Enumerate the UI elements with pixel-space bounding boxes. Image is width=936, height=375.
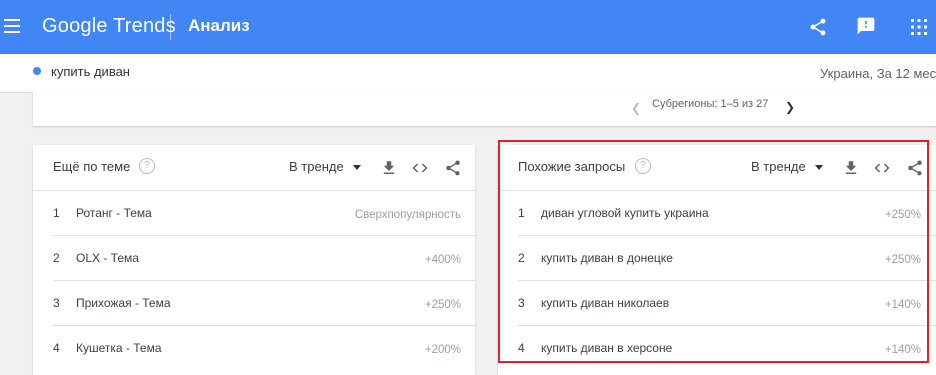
help-icon[interactable]: ?: [635, 158, 651, 174]
row-value: +250%: [884, 254, 921, 266]
list-item[interactable]: 4 Кушетка - Тема +200%: [33, 326, 475, 371]
search-term[interactable]: купить диван: [51, 64, 130, 79]
help-icon[interactable]: ?: [139, 158, 155, 174]
list-item[interactable]: 3 купить диван николаев +140%: [498, 281, 936, 326]
subregion-pager-text: Субрегионы: 1–5 из 27: [652, 98, 769, 110]
row-rank: 1: [53, 206, 60, 220]
dropdown-caret-icon: [352, 165, 361, 171]
term-color-dot: [33, 67, 41, 75]
row-rank: 4: [518, 341, 525, 355]
top-app-bar: Google Trends Анализ: [0, 0, 936, 54]
chevron-left-icon[interactable]: ❮: [631, 101, 641, 115]
region-time-filter[interactable]: Украина, За 12 мес: [820, 66, 936, 81]
row-label[interactable]: Ротанг - Тема: [76, 206, 152, 220]
row-value: +200%: [424, 344, 461, 356]
row-value: +140%: [884, 299, 921, 311]
list-item[interactable]: 2 OLX - Тема +400%: [33, 236, 475, 281]
list-item[interactable]: 4 купить диван в херсоне +140%: [498, 326, 936, 371]
page-title: Анализ: [188, 16, 250, 35]
related-queries-filter-select[interactable]: В тренде: [751, 159, 823, 174]
row-rank: 4: [53, 341, 60, 355]
related-queries-title: Похожие запросы: [518, 159, 626, 174]
menu-icon[interactable]: [4, 19, 20, 35]
row-rank: 2: [518, 251, 525, 265]
apps-icon[interactable]: [910, 18, 928, 36]
row-label[interactable]: купить диван в херсоне: [541, 341, 672, 355]
row-label[interactable]: OLX - Тема: [76, 251, 139, 265]
embed-code-icon[interactable]: [873, 159, 891, 177]
list-item[interactable]: 1 Ротанг - Тема Сверхпопулярность: [33, 191, 475, 236]
filter-label: В тренде: [289, 159, 344, 174]
row-label[interactable]: диван угловой купить украина: [541, 206, 709, 220]
search-terms-bar: купить диван Украина, За 12 мес: [0, 54, 936, 93]
related-queries-card: Похожие запросы ? В тренде 1 диван углов…: [498, 145, 936, 375]
row-label[interactable]: Прихожая - Тема: [76, 296, 171, 310]
google-trends-logo[interactable]: Google Trends: [42, 15, 176, 38]
row-value: Сверхпопулярность: [354, 209, 461, 221]
row-label[interactable]: Кушетка - Тема: [76, 341, 162, 355]
row-label[interactable]: купить диван в донецке: [541, 251, 673, 265]
list-item[interactable]: 3 Прихожая - Тема +250%: [33, 281, 475, 326]
dropdown-caret-icon: [814, 165, 823, 171]
row-label[interactable]: купить диван николаев: [541, 296, 669, 310]
header-divider: [170, 14, 171, 40]
feedback-icon[interactable]: [856, 16, 876, 36]
download-icon[interactable]: [842, 159, 860, 177]
row-rank: 3: [518, 296, 525, 310]
row-value: +250%: [884, 209, 921, 221]
related-topics-card: Ещё по теме ? В тренде 1 Ротанг - Тема С…: [33, 145, 475, 375]
related-topics-title: Ещё по теме: [53, 159, 131, 174]
list-item[interactable]: 1 диван угловой купить украина +250%: [498, 191, 936, 236]
related-queries-header: Похожие запросы ? В тренде: [498, 145, 936, 191]
share-icon[interactable]: [906, 159, 924, 177]
row-value: +400%: [424, 254, 461, 266]
row-rank: 3: [53, 296, 60, 310]
embed-code-icon[interactable]: [411, 159, 429, 177]
share-icon[interactable]: [444, 159, 462, 177]
subregion-card: ❮ Субрегионы: 1–5 из 27 ❯: [33, 92, 936, 126]
related-topics-header: Ещё по теме ? В тренде: [33, 145, 475, 191]
row-value: +140%: [884, 344, 921, 356]
row-rank: 1: [518, 206, 525, 220]
share-icon[interactable]: [808, 17, 828, 37]
row-value: +250%: [424, 299, 461, 311]
download-icon[interactable]: [380, 159, 398, 177]
row-rank: 2: [53, 251, 60, 265]
filter-label: В тренде: [751, 159, 806, 174]
related-topics-filter-select[interactable]: В тренде: [289, 159, 361, 174]
list-item[interactable]: 2 купить диван в донецке +250%: [498, 236, 936, 281]
chevron-right-icon[interactable]: ❯: [785, 100, 795, 114]
